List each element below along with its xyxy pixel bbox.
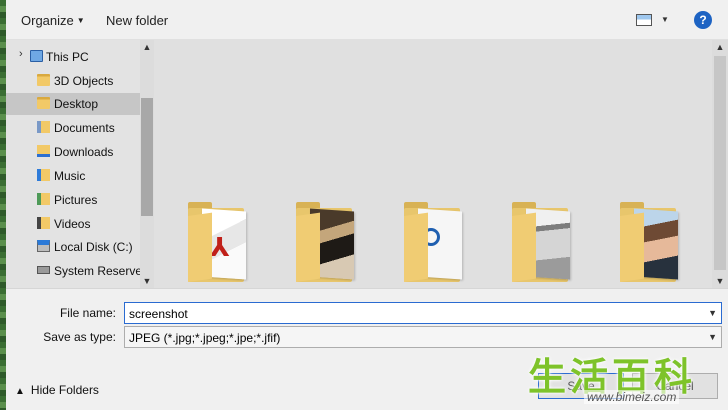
file-name-input[interactable]: screenshot ▼ (124, 302, 722, 324)
folder-icon (37, 74, 50, 86)
scroll-up-icon[interactable]: ▲ (140, 40, 154, 54)
nav-item-label: Downloads (54, 145, 114, 159)
save-form: File name: screenshot ▼ Save as type: JP… (6, 288, 728, 410)
nav-item-documents[interactable]: Documents (6, 117, 140, 139)
chevron-down-icon[interactable]: ▼ (708, 308, 717, 318)
music-icon (37, 169, 50, 181)
hide-folders-label: Hide Folders (30, 383, 99, 397)
drive-icon (37, 266, 50, 274)
navigation-pane[interactable]: › This PC 3D Objects Desktop Documents D… (6, 40, 154, 288)
videos-icon (37, 217, 50, 229)
scroll-down-icon[interactable]: ▼ (712, 274, 728, 288)
nav-item-music[interactable]: Music (6, 165, 140, 187)
organize-button[interactable]: Organize ▼ (21, 13, 85, 28)
nav-item-videos[interactable]: Videos (6, 213, 140, 235)
folder-front-shape (620, 212, 644, 282)
cancel-button[interactable]: Cancel (632, 373, 718, 399)
nav-item-system-reserved[interactable]: System Reserved (6, 260, 149, 282)
nav-item-label: This PC (46, 50, 89, 64)
nav-item-label: Videos (54, 217, 91, 231)
caret-down-icon: ▼ (76, 16, 85, 25)
file-name-value: screenshot (129, 307, 188, 321)
organize-label: Organize (21, 13, 74, 28)
hide-folders-button[interactable]: ▲ Hide Folders (15, 383, 99, 397)
view-options-icon[interactable] (636, 14, 652, 26)
folder-item[interactable] (620, 198, 680, 282)
documents-icon (37, 121, 50, 133)
nav-item-label: Music (54, 169, 86, 183)
scroll-up-icon[interactable]: ▲ (712, 40, 728, 54)
chevron-down-icon[interactable]: ▼ (708, 332, 717, 342)
file-list-pane[interactable]: ⅄ (154, 40, 712, 288)
local-disk-icon (37, 240, 50, 252)
folder-item[interactable] (512, 198, 572, 282)
folder-front-shape (404, 212, 428, 282)
file-scrollbar[interactable]: ▲ ▼ (712, 40, 728, 288)
folder-item[interactable] (296, 198, 356, 282)
help-icon[interactable]: ? (694, 11, 712, 29)
scroll-thumb[interactable] (714, 56, 726, 270)
save-button[interactable]: Save (538, 373, 624, 399)
folder-icon (37, 97, 50, 109)
downloads-icon (37, 145, 50, 157)
nav-item-label: System Reserved (54, 264, 149, 278)
view-caret-down-icon[interactable]: ▼ (661, 15, 669, 24)
new-folder-button[interactable]: New folder (106, 13, 168, 28)
scroll-thumb[interactable] (141, 98, 153, 216)
pdf-icon: ⅄ (210, 232, 230, 262)
nav-item-pictures[interactable]: Pictures (6, 189, 140, 211)
nav-item-desktop[interactable]: Desktop (6, 93, 140, 115)
nav-item-label: Desktop (54, 97, 99, 111)
folder-front-shape (296, 212, 320, 282)
save-type-label: Save as type: (43, 330, 116, 344)
toolbar: Organize ▼ New folder ▼ ? (6, 0, 728, 40)
folder-item[interactable]: ⅄ (188, 198, 248, 282)
save-type-value: JPEG (*.jpg;*.jpeg;*.jpe;*.jfif) (129, 331, 281, 345)
chevron-up-icon: ▲ (15, 386, 25, 397)
nav-item-local-disk[interactable]: Local Disk (C:) (6, 236, 140, 258)
nav-item-label: 3D Objects (54, 74, 114, 88)
pc-icon (30, 50, 43, 62)
nav-scrollbar[interactable]: ▲ ▼ (140, 40, 154, 288)
nav-item-label: Local Disk (C:) (54, 240, 133, 254)
nav-item-3d-objects[interactable]: 3D Objects (6, 70, 140, 92)
pictures-icon (37, 193, 50, 205)
folder-item[interactable] (404, 198, 464, 282)
folder-front-shape (512, 212, 536, 282)
nav-item-this-pc[interactable]: › This PC (6, 46, 140, 68)
save-type-select[interactable]: JPEG (*.jpg;*.jpeg;*.jpe;*.jfif) ▼ (124, 326, 722, 348)
chevron-right-icon[interactable]: › (19, 48, 23, 60)
nav-item-label: Pictures (54, 193, 98, 207)
nav-item-downloads[interactable]: Downloads (6, 141, 140, 163)
scroll-down-icon[interactable]: ▼ (140, 274, 154, 288)
file-name-label: File name: (59, 306, 116, 320)
nav-item-label: Documents (54, 121, 115, 135)
folder-front-shape (188, 212, 212, 282)
